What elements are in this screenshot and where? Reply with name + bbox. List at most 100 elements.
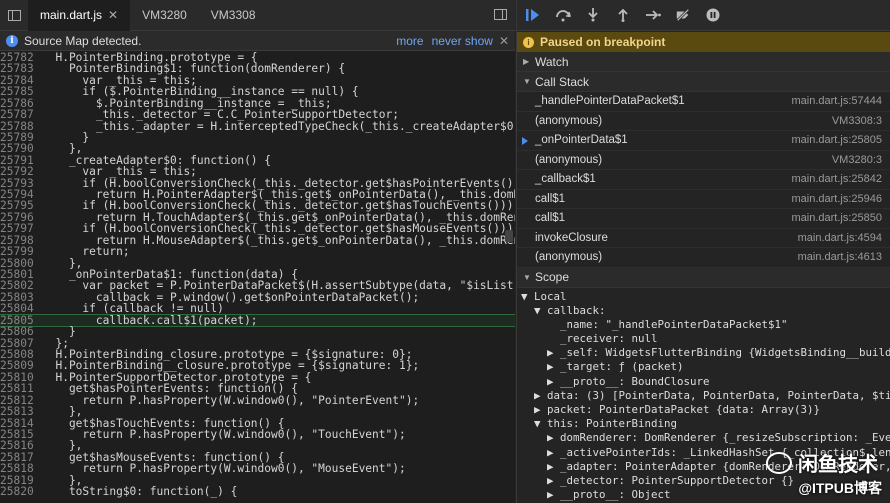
frame-location-link[interactable]: VM3280:3 [832, 154, 882, 166]
code-line[interactable]: 25785 if ($.PointerBinding__instance == … [0, 86, 515, 98]
frame-location-link[interactable]: main.dart.js:4613 [798, 251, 882, 263]
close-icon[interactable]: ✕ [108, 8, 118, 22]
code-line[interactable]: 25799 return; [0, 245, 515, 259]
collapse-triangle-icon: ▼ [523, 272, 531, 282]
editor-scrollbar[interactable] [505, 230, 513, 242]
frame-location-link[interactable]: main.dart.js:25850 [792, 212, 883, 224]
editor-tabs: main.dart.js ✕ VM3280 VM3308 [0, 0, 515, 31]
line-number[interactable]: 25806 [0, 326, 36, 338]
code-text: return; [42, 245, 130, 259]
frame-location-link[interactable]: VM3308:3 [832, 115, 882, 127]
scope-entry[interactable]: ▶ domRenderer: DomRenderer {_resizeSubsc… [521, 431, 890, 445]
call-stack-frame[interactable]: _callback$1 main.dart.js:25842 [517, 170, 890, 190]
sidebar-toggle-icon [7, 9, 21, 21]
call-stack-frame[interactable]: _onPointerData$1 main.dart.js:25805 [517, 131, 890, 151]
step-into-icon [588, 8, 598, 22]
frame-location-link[interactable]: main.dart.js:25842 [792, 173, 883, 185]
toggle-navigator-button[interactable] [0, 9, 28, 21]
code-text: if (callback != null) [42, 302, 224, 316]
step-button[interactable] [645, 7, 661, 23]
step-out-button[interactable] [615, 7, 631, 23]
debugger-sidebar: i Paused on breakpoint ▶ Watch ▼ Call Stac… [516, 0, 890, 503]
line-number[interactable]: 25787 [0, 109, 36, 121]
pause-on-exceptions-button[interactable] [705, 7, 721, 23]
tab-vm3280[interactable]: VM3280 [130, 0, 199, 31]
line-number[interactable]: 25804 [0, 303, 36, 315]
more-link[interactable]: more [396, 34, 423, 48]
frame-location-link[interactable]: main.dart.js:57444 [792, 95, 883, 107]
callstack-section-header[interactable]: ▼ Call Stack [517, 72, 890, 92]
code-line[interactable]: 25820 toString$0: function(_) { [0, 486, 515, 498]
close-icon[interactable]: ✕ [499, 34, 509, 48]
info-icon: i [523, 36, 534, 48]
tab-main-dart-js[interactable]: main.dart.js ✕ [28, 0, 131, 31]
frame-location-link[interactable]: main.dart.js:4594 [798, 232, 882, 244]
code-line[interactable]: 25806 } [0, 326, 515, 338]
debugger-toolbar [517, 0, 890, 31]
tab-label: VM3280 [142, 8, 187, 22]
frame-function: (anonymous) [535, 251, 603, 264]
code-line[interactable]: 25811 get$hasPointerEvents: function() { [0, 382, 515, 396]
frame-function: (anonymous) [535, 153, 603, 166]
line-number[interactable]: 25820 [0, 486, 36, 498]
frame-location-link[interactable]: main.dart.js:25946 [792, 193, 883, 205]
watermark-line1: 闲鱼技术 [798, 454, 878, 476]
call-stack-frame[interactable]: call$1 main.dart.js:25850 [517, 209, 890, 229]
step-over-icon [556, 10, 571, 22]
call-stack-frame[interactable]: call$1 main.dart.js:25946 [517, 190, 890, 209]
callstack-label: Call Stack [535, 74, 590, 89]
code-line[interactable]: 25804 if (callback != null) [0, 302, 515, 316]
paused-banner: i Paused on breakpoint [517, 32, 890, 52]
watch-section-header[interactable]: ▶ Watch [517, 52, 890, 72]
code-text: _this._detector = C.C_PointerSupportDete… [42, 108, 399, 122]
breakpoint-line[interactable]: 25805 callback.call$1(packet); [0, 313, 515, 328]
call-stack-frame[interactable]: (anonymous) VM3308:3 [517, 112, 890, 131]
line-number[interactable]: 25785 [0, 86, 36, 98]
code-line[interactable]: 25818 return P.hasProperty(W.window0(), … [0, 463, 515, 475]
line-number[interactable]: 25811 [0, 383, 36, 395]
scope-entry[interactable]: _name: "_handlePointerDataPacket$1" [521, 318, 890, 332]
scope-entry[interactable]: ▶ _self: WidgetsFlutterBinding {WidgetsB… [521, 346, 890, 360]
call-stack-frame[interactable]: _handlePointerDataPacket$1 main.dart.js:5… [517, 92, 890, 112]
step-into-button[interactable] [585, 7, 601, 23]
scope-entry[interactable]: ▼ Local [521, 290, 890, 304]
watch-label: Watch [535, 54, 569, 69]
scope-entry[interactable]: ▶ __proto__: BoundClosure [521, 375, 890, 389]
code-line[interactable]: 25792 var _this = this; [0, 166, 515, 178]
code-text: _this._adapter = H.interceptedTypeCheck(… [95, 119, 515, 133]
code-line[interactable]: 25787 _this._detector = C.C_PointerSuppo… [0, 108, 515, 122]
scope-section-header[interactable]: ▼ Scope [517, 267, 890, 288]
call-stack-frame[interactable]: invokeClosure main.dart.js:4594 [517, 229, 890, 248]
toggle-debugger-icon[interactable] [494, 9, 507, 20]
resume-button[interactable] [525, 7, 541, 23]
infobar-text: Source Map detected. [24, 33, 142, 48]
code-text: get$hasPointerEvents: function() { [42, 382, 298, 396]
frame-function: _callback$1 [535, 173, 596, 186]
code-text: }, [42, 405, 83, 419]
scope-entry[interactable]: ▶ _target: ƒ (packet) [521, 360, 890, 374]
tab-vm3308[interactable]: VM3308 [199, 0, 268, 31]
scope-entry[interactable]: _receiver: null [521, 332, 890, 346]
line-number[interactable]: 25792 [0, 166, 36, 178]
call-stack-list: _handlePointerDataPacket$1 main.dart.js:5… [517, 92, 890, 268]
line-number[interactable]: 25813 [0, 406, 36, 418]
step-over-button[interactable] [555, 7, 571, 23]
frame-location-link[interactable]: main.dart.js:25805 [792, 134, 883, 146]
frame-function: _onPointerData$1 [535, 134, 628, 147]
line-number[interactable]: 25799 [0, 246, 36, 258]
line-number[interactable]: 25818 [0, 463, 36, 475]
code-text: return P.hasProperty(W.window0(), "Point… [42, 393, 420, 407]
info-icon: i [6, 34, 18, 47]
code-editor[interactable]: 25782 H.PointerBinding.prototype = {2578… [0, 52, 515, 497]
call-stack-frame[interactable]: (anonymous) main.dart.js:4613 [517, 248, 890, 268]
scope-entry[interactable]: ▶ packet: PointerDataPacket {data: Array… [521, 403, 890, 417]
never-show-link[interactable]: never show [432, 34, 493, 48]
call-stack-frame[interactable]: (anonymous) VM3280:3 [517, 151, 890, 170]
deactivate-breakpoints-button[interactable] [675, 7, 691, 23]
scope-entry[interactable]: ▼ callback: [521, 304, 890, 318]
source-panel: main.dart.js ✕ VM3280 VM3308 i Source Map… [0, 0, 515, 503]
code-line[interactable]: 25813 }, [0, 405, 515, 419]
frame-function: call$1 [535, 212, 566, 225]
scope-entry[interactable]: ▼ this: PointerBinding [521, 417, 890, 431]
scope-entry[interactable]: ▶ data: (3) [PointerData, PointerData, P… [521, 389, 890, 403]
